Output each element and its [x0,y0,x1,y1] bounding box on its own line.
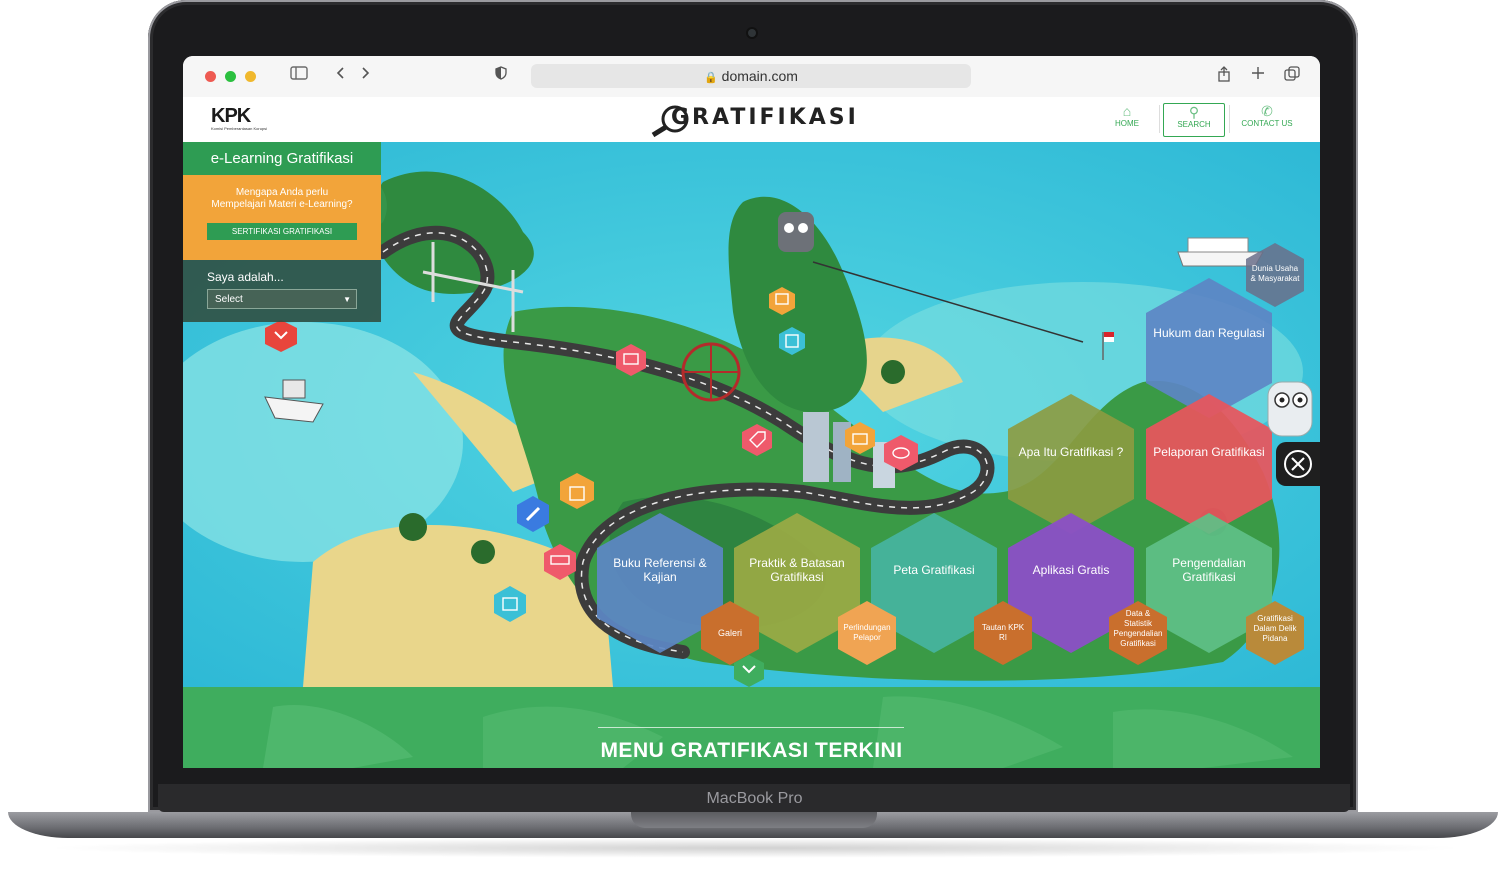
chevron-down-icon: ▼ [343,295,351,304]
sertifikasi-button[interactable]: SERTIFIKASI GRATIFIKASI [207,223,357,240]
phone-icon: ✆ [1261,103,1273,119]
hex-praktik-line1: Praktik & Batasan [749,556,844,570]
nav-home-label: HOME [1115,119,1139,128]
device-label: MacBook Pro [706,790,803,807]
hex-data-line4: Gratifikasi [1120,639,1156,648]
elearning-question-line1: Mengapa Anda perlu [235,187,329,198]
privacy-shield-icon[interactable] [493,66,509,86]
minimize-window-dot[interactable] [245,71,256,82]
share-icon[interactable] [1215,66,1233,86]
home-icon: ⌂ [1122,103,1132,119]
hex-apa-itu-label: Apa Itu Gratifikasi ? [1019,445,1124,459]
hex-tautan-line2: RI [999,633,1007,642]
role-select[interactable]: Select ▼ [207,289,357,309]
hex-pengendalian-line1: Pengendalian [1172,556,1245,570]
hex-data-line1: Data & [1126,609,1151,618]
menu-divider [598,727,904,728]
hex-pengendalian-line2: Gratifikasi [1182,570,1235,584]
close-mascot-button[interactable] [1276,442,1320,486]
base-shadow [40,838,1470,858]
menu-section: MENU GRATIFIKASI TERKINI [183,687,1320,768]
browser-toolbar: 🔒 domain.com [183,56,1320,98]
hex-hukum-label: Hukum dan Regulasi [1153,326,1264,340]
close-window-dot[interactable] [205,71,216,82]
role-selector-panel: Saya adalah... Select ▼ [183,260,381,322]
tab-overview-icon[interactable] [1283,66,1301,86]
hex-perlindungan-line1: Perlindungan [843,623,890,632]
kpk-logo-text: KPK [211,105,251,127]
nav-search-label: SEARCH [1177,120,1211,129]
camera-icon [748,29,756,37]
hex-peta-label: Peta Gratifikasi [893,563,974,577]
address-bar[interactable]: 🔒 domain.com [531,64,971,88]
sidebar-toggle-icon[interactable] [289,66,309,86]
robot-statue [778,212,814,252]
hex-delik-line2: Dalam Delik [1253,624,1297,633]
back-icon[interactable] [333,66,349,86]
hex-buku-line2: Kajian [643,570,676,584]
hex-buku-line1: Buku Referensi & [613,556,706,570]
nav-separator [1159,105,1160,133]
hex-dunia-line1: Dunia Usaha [1252,264,1299,273]
nav-contact-label: CONTACT US [1241,119,1293,128]
hex-tautan-line1: Tautan KPK [982,623,1025,632]
hex-pelaporan-label: Pelaporan Gratifikasi [1153,445,1264,459]
laptop-notch [631,812,877,828]
search-icon: ⚲ [1188,104,1200,120]
kpk-logo[interactable]: KPK Komisi Pemberantasan Korupsi [211,105,267,131]
close-icon [1284,450,1312,478]
nav-search[interactable]: ⚲ SEARCH [1163,103,1225,137]
role-label: Saya adalah... [207,270,284,284]
hex-data-line2: Statistik [1124,619,1153,628]
hex-delik-line3: Pidana [1263,634,1288,643]
role-select-value: Select [215,294,243,305]
ferris-wheel [681,342,741,402]
hex-dunia-line2: & Masyarakat [1251,274,1301,283]
lock-icon: 🔒 [704,72,718,84]
nav-home[interactable]: ⌂ HOME [1095,103,1159,135]
site-logo[interactable]: GRATIFIKASI [671,105,859,130]
elearning-question-line2: Mempelajari Materi e-Learning? [211,199,353,210]
hex-data-line3: Pengendalian [1114,629,1163,638]
nav-separator [1229,105,1230,133]
zoom-window-dot[interactable] [225,71,236,82]
hex-praktik-line2: Gratifikasi [770,570,823,584]
elearning-question[interactable]: Mengapa Anda perlu Mempelajari Materi e-… [183,187,381,211]
hex-perlindungan-line2: Pelapor [853,633,881,642]
mascot-robot [1267,381,1313,437]
screen: 🔒 domain.com KPK Komisi Pemberantasan Ko… [183,56,1320,768]
elearning-promo: Mengapa Anda perlu Mempelajari Materi e-… [183,175,381,260]
elearning-title: e-Learning Gratifikasi [183,142,381,175]
nav-contact[interactable]: ✆ CONTACT US [1235,103,1299,135]
new-tab-icon[interactable] [1249,66,1267,86]
menu-title: MENU GRATIFIKASI TERKINI [600,739,903,762]
hex-galeri-label: Galeri [718,628,742,638]
kpk-subtitle: Komisi Pemberantasan Korupsi [211,126,268,131]
hex-delik-line1: Gratifikasi [1257,614,1293,623]
forward-icon[interactable] [357,66,373,86]
site-header: KPK Komisi Pemberantasan Korupsi GRATIFI… [183,97,1320,142]
hex-aplikasi-label: Aplikasi Gratis [1033,563,1110,577]
url-text: domain.com [721,68,798,84]
